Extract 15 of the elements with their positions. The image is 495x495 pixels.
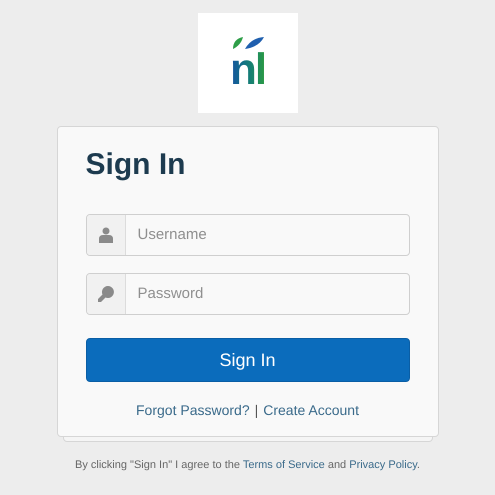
sign-in-title: Sign In [86, 147, 186, 183]
password-field[interactable]: Password [126, 274, 408, 314]
sign-in-button[interactable]: Sign In [86, 338, 410, 382]
key-icon [98, 286, 114, 302]
leaf-icon [230, 36, 264, 50]
privacy-link[interactable]: Privacy Policy [349, 459, 417, 471]
forgot-password-link[interactable]: Forgot Password? [136, 400, 250, 421]
username-field[interactable]: Username [126, 215, 408, 255]
terms-link[interactable]: Terms of Service [242, 459, 325, 471]
password-input-group[interactable]: Password [86, 273, 410, 315]
link-separator: | [254, 401, 258, 420]
terms-notice: By clicking "Sign In" I agree to the Terms of Service and Privacy Policy. [75, 458, 420, 473]
username-input-group[interactable]: Username [86, 214, 410, 256]
user-icon [98, 227, 112, 243]
create-account-link[interactable]: Create Account [263, 400, 359, 421]
